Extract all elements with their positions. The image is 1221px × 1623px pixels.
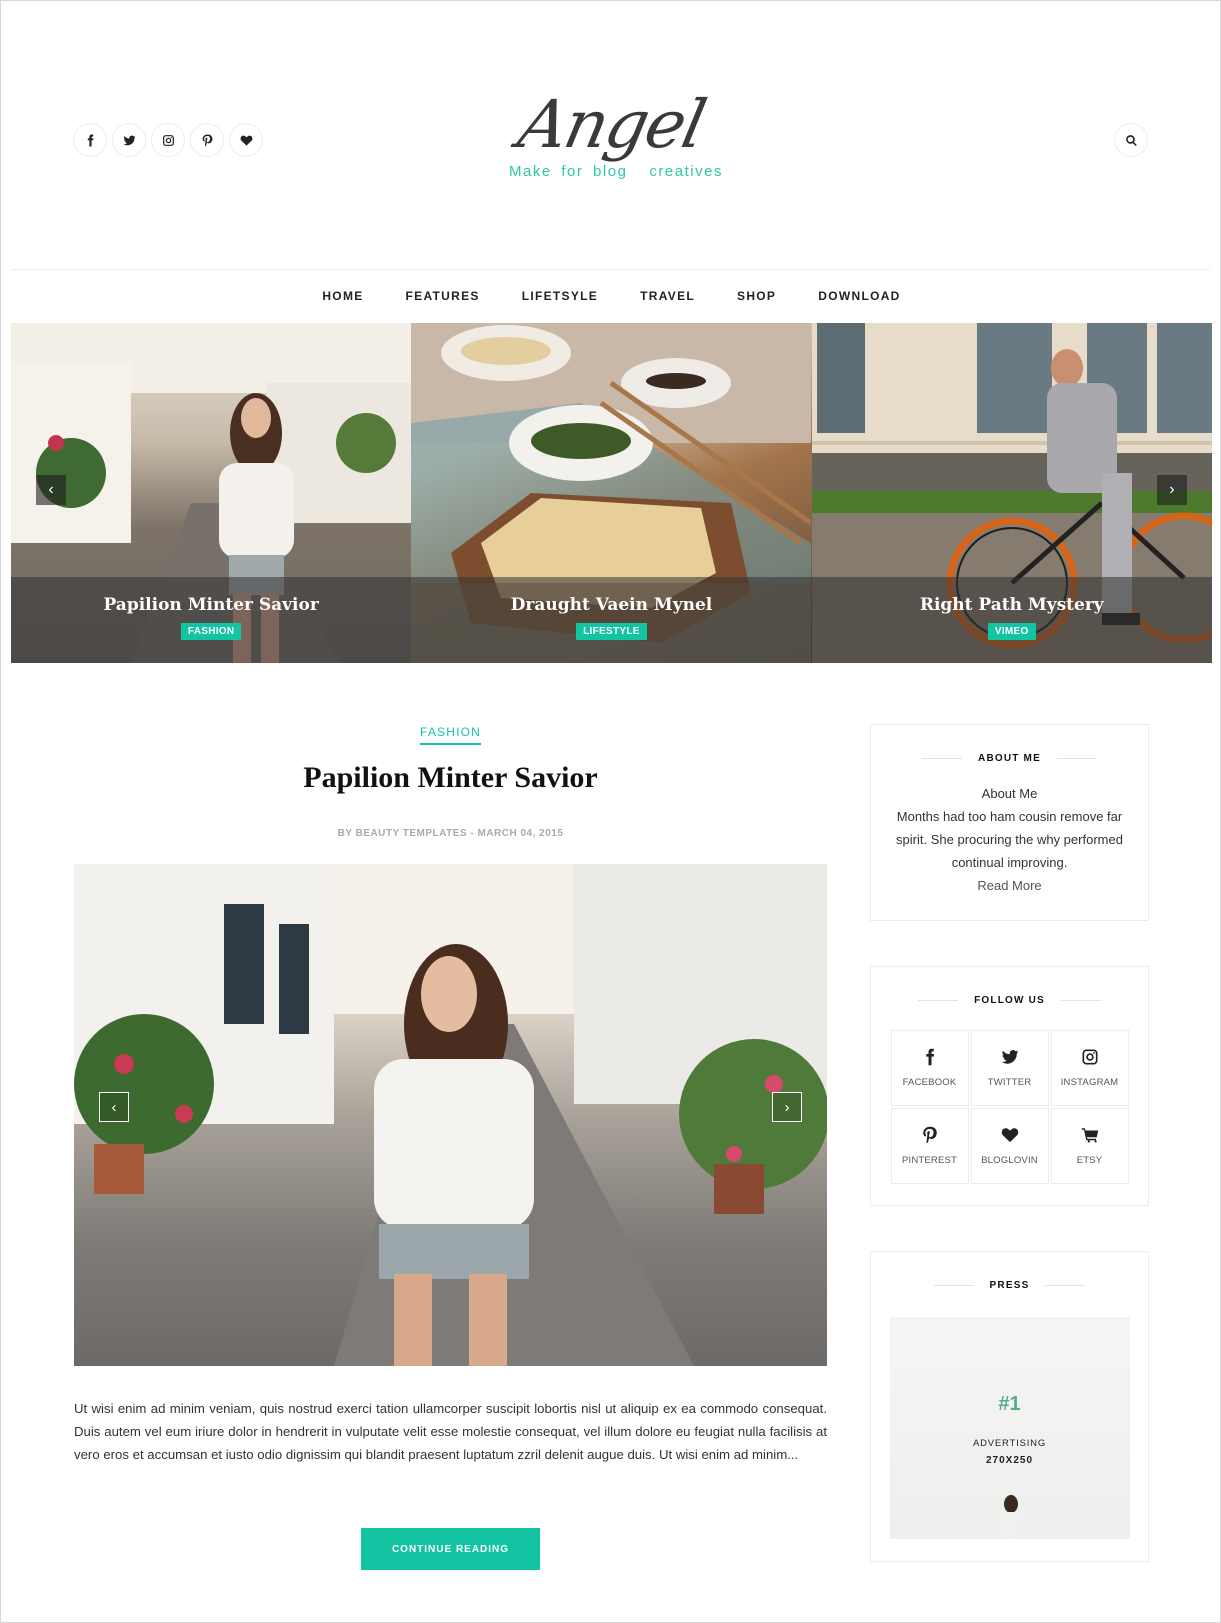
post-gallery-next-button[interactable]: › (772, 1092, 802, 1122)
slide-3-caption: Right Path Mystery VIMEO (811, 577, 1212, 663)
slide-1[interactable]: ‹ Papilion Minter Savior FASHION (11, 323, 412, 663)
post-category: FASHION (74, 723, 827, 745)
slide-1-caption: Papilion Minter Savior FASHION (11, 577, 412, 663)
slide-1-tag[interactable]: FASHION (180, 623, 242, 640)
about-widget: ABOUT ME About Me Months had too ham cou… (870, 724, 1149, 921)
nav-features[interactable]: FEATURES (385, 289, 501, 303)
ad-label: ADVERTISING (972, 1438, 1047, 1449)
press-widget: PRESS #1 ADVERTISING 270X250 (870, 1251, 1149, 1562)
follow-instagram[interactable]: INSTAGRAM (1050, 1030, 1129, 1106)
facebook-icon (925, 1048, 934, 1066)
follow-label: INSTAGRAM (1060, 1077, 1119, 1088)
follow-widget: FOLLOW US FACEBOOK TWITTER INSTAGRAM PIN… (870, 966, 1149, 1206)
about-title: About Me (981, 786, 1038, 801)
slider-next-button[interactable]: › (1156, 475, 1187, 505)
slide-3-tag[interactable]: VIMEO (987, 623, 1036, 640)
chevron-right-icon: › (1169, 481, 1175, 498)
ad-number: #1 (998, 1393, 1021, 1415)
follow-twitter[interactable]: TWITTER (970, 1030, 1049, 1106)
heading-rule-right (1056, 757, 1097, 759)
main-nav: HOME FEATURES LIFETSYLE TRAVEL SHOP DOWN… (1, 289, 1221, 303)
heart-icon (1001, 1128, 1018, 1143)
pinterest-icon (922, 1126, 937, 1144)
follow-label: ETSY (1076, 1155, 1103, 1166)
heading-rule-right (1060, 999, 1101, 1001)
about-widget-heading: ABOUT ME (871, 753, 1148, 764)
nav-download[interactable]: DOWNLOAD (797, 289, 921, 303)
logo-tagline-right: creatives (649, 163, 723, 180)
ad-size: 270X250 (985, 1455, 1034, 1466)
slide-2-tag[interactable]: LIFESTYLE (576, 623, 647, 640)
slide-2-caption: Draught Vaein Mynel LIFESTYLE (411, 577, 812, 663)
nav-divider (11, 269, 1210, 270)
search-icon (1125, 134, 1137, 146)
logo-wordmark: Angel (511, 86, 711, 163)
header-facebook-link[interactable] (73, 123, 107, 157)
search-button[interactable] (1114, 123, 1148, 157)
about-content: About Me Months had too ham cousin remov… (871, 782, 1148, 897)
instagram-icon (1082, 1049, 1097, 1065)
logo-tagline-left: Make for blog (509, 163, 628, 180)
header-bloglovin-link[interactable] (229, 123, 263, 157)
continue-reading-button[interactable]: CONTINUE READING (361, 1528, 540, 1570)
follow-facebook[interactable]: FACEBOOK (890, 1030, 969, 1106)
post-gallery-prev-button[interactable]: ‹ (99, 1092, 129, 1122)
slide-2[interactable]: Draught Vaein Mynel LIFESTYLE (411, 323, 812, 663)
header-social-links (73, 123, 263, 157)
follow-label: PINTEREST (901, 1155, 958, 1166)
heading-rule-left (933, 1284, 974, 1286)
nav-home[interactable]: HOME (301, 289, 384, 303)
follow-label: TWITTER (987, 1077, 1032, 1088)
site-logo[interactable]: Angel Make for blog creatives (481, 85, 741, 195)
chevron-left-icon: ‹ (111, 1098, 117, 1116)
follow-pinterest[interactable]: PINTEREST (890, 1108, 969, 1184)
follow-label: FACEBOOK (902, 1077, 957, 1088)
follow-heading-text: FOLLOW US (974, 995, 1045, 1006)
read-more-link[interactable]: Read More (977, 878, 1041, 893)
chevron-left-icon: ‹ (48, 481, 54, 498)
about-heading-text: ABOUT ME (978, 753, 1041, 764)
post-image-illustration (74, 864, 827, 1366)
ad-person-illustration (999, 1495, 1022, 1539)
heading-rule-right (1045, 1284, 1086, 1286)
nav-travel[interactable]: TRAVEL (619, 289, 716, 303)
slide-1-title[interactable]: Papilion Minter Savior (11, 595, 411, 615)
heading-rule-left (918, 999, 959, 1001)
twitter-icon (1001, 1050, 1018, 1064)
slide-2-title[interactable]: Draught Vaein Mynel (411, 595, 811, 615)
follow-bloglovin[interactable]: BLOGLOVIN (970, 1108, 1049, 1184)
nav-shop[interactable]: SHOP (716, 289, 797, 303)
follow-etsy[interactable]: ETSY (1050, 1108, 1129, 1184)
post-title[interactable]: Papilion Minter Savior (74, 761, 827, 795)
twitter-icon (123, 135, 135, 145)
header-instagram-link[interactable] (151, 123, 185, 157)
post-category-link[interactable]: FASHION (419, 725, 482, 745)
logo-tagline: Make for blog creatives (491, 163, 741, 180)
slide-3[interactable]: › Right Path Mystery VIMEO (811, 323, 1212, 663)
follow-grid: FACEBOOK TWITTER INSTAGRAM PINTEREST BLO… (890, 1030, 1129, 1184)
instagram-icon (162, 134, 174, 146)
cart-icon (1081, 1128, 1098, 1143)
about-text: Months had too ham cousin remove far spi… (896, 809, 1123, 870)
press-widget-heading: PRESS (871, 1280, 1148, 1291)
advertising-banner[interactable]: #1 ADVERTISING 270X250 (889, 1317, 1130, 1539)
pinterest-icon (202, 134, 212, 146)
featured-slider: ‹ Papilion Minter Savior FASHION Draught… (11, 323, 1212, 663)
nav-lifestyle[interactable]: LIFETSYLE (501, 289, 619, 303)
follow-label: BLOGLOVIN (981, 1155, 1038, 1166)
follow-widget-heading: FOLLOW US (871, 995, 1148, 1006)
press-heading-text: PRESS (989, 1280, 1030, 1291)
header-pinterest-link[interactable] (190, 123, 224, 157)
facebook-icon (87, 134, 93, 146)
heart-icon (240, 135, 252, 146)
slide-3-title[interactable]: Right Path Mystery (812, 595, 1212, 615)
post-meta: BY BEAUTY TEMPLATES - MARCH 04, 2015 (337, 828, 564, 839)
slider-prev-button[interactable]: ‹ (36, 475, 66, 505)
chevron-right-icon: › (784, 1098, 790, 1116)
post-excerpt: Ut wisi enim ad minim veniam, quis nostr… (74, 1401, 827, 1462)
header-twitter-link[interactable] (112, 123, 146, 157)
post-featured-image: ‹ › (74, 864, 827, 1366)
heading-rule-left (922, 757, 963, 759)
